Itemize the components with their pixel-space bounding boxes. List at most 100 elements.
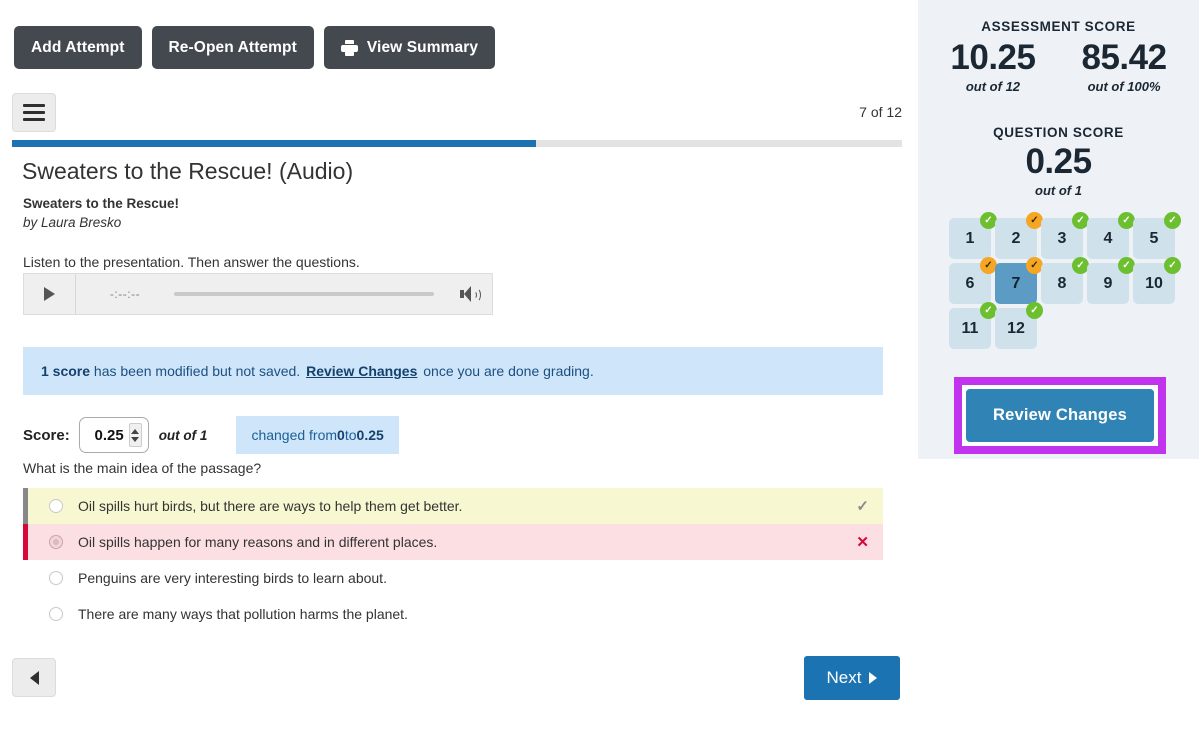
score-changed-badge: changed from 0 to 0.25 bbox=[236, 416, 399, 454]
question-tile-number: 4 bbox=[1103, 229, 1113, 247]
answer-option[interactable]: Oil spills hurt birds, but there are way… bbox=[23, 488, 883, 524]
reopen-attempt-label: Re-Open Attempt bbox=[168, 38, 297, 56]
question-tile-number: 10 bbox=[1145, 274, 1163, 292]
question-tile-number: 9 bbox=[1103, 274, 1113, 292]
full-credit-check-icon: ✓ bbox=[1164, 257, 1181, 274]
question-tile-5[interactable]: 5 ✓ bbox=[1133, 212, 1181, 259]
question-tile-number: 1 bbox=[965, 229, 975, 247]
question-nav-row: 7 of 12 bbox=[12, 93, 902, 133]
score-input-value: 0.25 bbox=[94, 426, 124, 444]
stepper-up-icon[interactable] bbox=[131, 428, 140, 434]
passage-subtitle: Sweaters to the Rescue! bbox=[23, 196, 180, 211]
main-content-column: Add Attempt Re-Open Attempt View Summary… bbox=[0, 0, 916, 734]
question-tile-number: 3 bbox=[1057, 229, 1067, 247]
assessment-points-value: 10.25 bbox=[950, 38, 1036, 77]
previous-question-button[interactable] bbox=[12, 658, 56, 697]
audio-volume-button[interactable] bbox=[448, 274, 492, 314]
question-tile-11[interactable]: 11 ✓ bbox=[949, 302, 997, 349]
question-tile-8[interactable]: 8 ✓ bbox=[1041, 257, 1089, 304]
question-tile-2[interactable]: 2 ✓ bbox=[995, 212, 1043, 259]
score-out-of-label: out of 1 bbox=[158, 427, 208, 443]
alert-review-changes-link[interactable]: Review Changes bbox=[306, 363, 417, 379]
attempt-action-toolbar: Add Attempt Re-Open Attempt View Summary bbox=[14, 26, 496, 69]
hamburger-icon-bar bbox=[23, 111, 45, 114]
alert-text-after: once you are done grading. bbox=[419, 363, 594, 379]
progress-bar-fill bbox=[12, 140, 537, 147]
answer-radio-icon[interactable] bbox=[49, 499, 63, 513]
score-entry-row: Score: 0.25 out of 1 changed from 0 to 0… bbox=[23, 415, 399, 455]
assessment-score-values: 10.25 out of 12 85.42 out of 100% bbox=[918, 38, 1199, 94]
audio-time-display: -:--:-- bbox=[109, 287, 141, 301]
incorrect-cross-icon: ✕ bbox=[856, 534, 869, 551]
passage-instructions: Listen to the presentation. Then answer … bbox=[23, 254, 360, 270]
view-summary-button[interactable]: View Summary bbox=[323, 26, 496, 69]
full-credit-check-icon: ✓ bbox=[1026, 302, 1043, 319]
alert-score-count: 1 score bbox=[41, 363, 91, 379]
answer-option[interactable]: Penguins are very interesting birds to l… bbox=[23, 560, 883, 596]
assessment-points-block: 10.25 out of 12 bbox=[950, 38, 1036, 95]
chevron-left-icon bbox=[29, 670, 39, 685]
answer-radio-icon[interactable] bbox=[49, 607, 63, 621]
question-score-heading: QUESTION SCORE bbox=[993, 125, 1124, 140]
page-title: Sweaters to the Rescue! (Audio) bbox=[22, 158, 354, 184]
answer-option-label: Oil spills happen for many reasons and i… bbox=[78, 534, 438, 550]
question-tile-7[interactable]: 7 ✓ bbox=[995, 257, 1043, 304]
changed-middle: to bbox=[344, 427, 357, 443]
progress-bar-track bbox=[12, 140, 902, 147]
stepper-down-icon[interactable] bbox=[131, 436, 140, 442]
answer-option-label: Penguins are very interesting birds to l… bbox=[78, 570, 387, 586]
review-changes-highlight: Review Changes bbox=[954, 377, 1166, 454]
question-tile-3[interactable]: 3 ✓ bbox=[1041, 212, 1089, 259]
question-tile-number: 8 bbox=[1057, 274, 1067, 292]
answer-option[interactable]: There are many ways that pollution harms… bbox=[23, 596, 883, 632]
menu-toggle-button[interactable] bbox=[12, 93, 56, 132]
answer-radio-icon[interactable] bbox=[49, 571, 63, 585]
chevron-right-icon bbox=[869, 672, 878, 684]
reopen-attempt-button[interactable]: Re-Open Attempt bbox=[151, 26, 314, 69]
question-tile-1[interactable]: 1 ✓ bbox=[949, 212, 997, 259]
assessment-percent-block: 85.42 out of 100% bbox=[1081, 38, 1168, 94]
question-tile-number: 11 bbox=[961, 319, 979, 337]
score-input[interactable]: 0.25 bbox=[78, 417, 149, 453]
changed-from-value: 0 bbox=[337, 427, 345, 443]
question-tile-number: 7 bbox=[1011, 274, 1021, 292]
printer-icon bbox=[340, 39, 358, 56]
add-attempt-button[interactable]: Add Attempt bbox=[14, 26, 142, 69]
answer-option-label: There are many ways that pollution harms… bbox=[78, 606, 408, 622]
question-tile-number: 6 bbox=[965, 274, 975, 292]
passage-byline: by Laura Bresko bbox=[23, 215, 122, 230]
question-counter: 7 of 12 bbox=[859, 104, 902, 120]
answer-option[interactable]: Oil spills happen for many reasons and i… bbox=[23, 524, 883, 560]
view-summary-label: View Summary bbox=[366, 38, 479, 56]
assessment-points-subtext: out of 12 bbox=[965, 79, 1021, 95]
audio-play-button[interactable] bbox=[24, 274, 76, 314]
question-tile-4[interactable]: 4 ✓ bbox=[1087, 212, 1135, 259]
question-tile-number: 2 bbox=[1011, 229, 1021, 247]
question-prompt: What is the main idea of the passage? bbox=[23, 460, 262, 476]
question-score-subtext: out of 1 bbox=[1035, 183, 1082, 199]
question-tile-9[interactable]: 9 ✓ bbox=[1087, 257, 1135, 304]
add-attempt-label: Add Attempt bbox=[31, 38, 125, 56]
answer-option-label: Oil spills hurt birds, but there are way… bbox=[78, 498, 463, 514]
audio-progress-slider[interactable] bbox=[174, 292, 434, 296]
changed-prefix: changed from bbox=[251, 427, 338, 443]
question-tile-number: 12 bbox=[1007, 319, 1025, 337]
audio-player[interactable]: -:--:-- bbox=[23, 273, 493, 315]
review-changes-button[interactable]: Review Changes bbox=[966, 389, 1154, 442]
next-button-label: Next bbox=[826, 668, 862, 687]
question-navigator-grid: 1 ✓ 2 ✓ 3 ✓ 4 ✓ 5 ✓ 6 ✓ 7 ✓ 8 ✓ 9 ✓ 10 ✓ 11 ✓ 12 ✓ bbox=[949, 212, 1181, 349]
question-score-value: 0.25 bbox=[1025, 142, 1092, 181]
assessment-percent-value: 85.42 bbox=[1081, 38, 1168, 77]
next-question-button[interactable]: Next bbox=[804, 656, 900, 700]
question-tile-6[interactable]: 6 ✓ bbox=[949, 257, 997, 304]
hamburger-icon-bar bbox=[23, 104, 45, 107]
unsaved-changes-alert: 1 score has been modified but not saved.… bbox=[23, 347, 883, 395]
question-tile-10[interactable]: 10 ✓ bbox=[1133, 257, 1181, 304]
answer-options-list: Oil spills hurt birds, but there are way… bbox=[23, 488, 883, 632]
score-stepper[interactable] bbox=[128, 423, 142, 447]
play-icon bbox=[44, 287, 55, 301]
question-tile-12[interactable]: 12 ✓ bbox=[995, 302, 1043, 349]
hamburger-icon-bar bbox=[23, 118, 45, 121]
answer-radio-icon[interactable] bbox=[49, 535, 63, 549]
alert-text-before: has been modified but not saved. bbox=[90, 363, 305, 379]
